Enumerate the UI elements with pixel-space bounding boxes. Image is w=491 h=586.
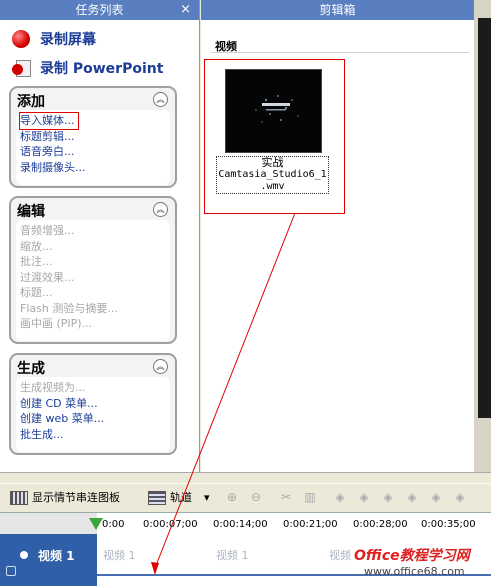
add-group: 添加 ︽ 导入媒体... 标题剪辑... 语音旁白... 录制摄像头...: [9, 86, 177, 188]
time-tick: 0:00:35;00: [421, 519, 476, 530]
playhead-marker[interactable]: [89, 518, 103, 530]
callouts-link: 批注...: [20, 255, 53, 268]
preview-canvas: [478, 18, 491, 418]
time-tick: 0:00: [102, 519, 125, 530]
tracks-dropdown[interactable]: 轨道 ▾: [148, 488, 210, 508]
edit-group-title: 编辑: [17, 204, 45, 220]
flash-quiz-link: Flash 测验与摘要...: [20, 301, 118, 315]
collapse-chevron-icon[interactable]: ︽: [153, 359, 168, 374]
timeline-ruler[interactable]: 0:00 0:00:07;00 0:00:14;00 0:00:21;00 0:…: [0, 512, 491, 535]
split-icon[interactable]: ▥: [302, 490, 318, 504]
chevron-down-icon: ▾: [204, 491, 210, 504]
record-camera-link[interactable]: 录制摄像头...: [16, 160, 170, 176]
record-screen-button[interactable]: 录制屏幕: [12, 28, 96, 50]
create-web-menu-link[interactable]: 创建 web 菜单...: [16, 411, 170, 427]
tracks-icon: [148, 491, 166, 505]
storyboard-label: 显示情节串连图板: [32, 491, 120, 504]
pip-link: 画中画 (PIP)...: [20, 317, 93, 330]
effect-icon-3[interactable]: ◈: [380, 490, 396, 504]
record-powerpoint-button[interactable]: 录制 PowerPoint: [12, 57, 163, 79]
voice-narration-link[interactable]: 语音旁白...: [16, 144, 170, 160]
effect-icon-6[interactable]: ◈: [452, 490, 468, 504]
clip-item[interactable]: 实战 Camtasia_Studio6_1 .wmv: [204, 59, 345, 214]
audio-enhance-link: 音频增强...: [20, 224, 75, 237]
storyboard-icon: [10, 491, 28, 505]
lock-icon[interactable]: [6, 566, 16, 576]
preview-pane: [474, 0, 491, 472]
clip-bin-title: 剪辑箱: [201, 0, 474, 20]
effect-icon-2[interactable]: ◈: [356, 490, 372, 504]
produce-group-title: 生成: [17, 361, 45, 377]
effect-icon-1[interactable]: ◈: [332, 490, 348, 504]
clip-thumbnail[interactable]: [225, 69, 322, 153]
clip-filename[interactable]: 实战 Camtasia_Studio6_1 .wmv: [216, 156, 329, 194]
zoom-out-icon[interactable]: ⊖: [248, 490, 264, 504]
track-name: 视频 1: [38, 549, 75, 563]
track-header[interactable]: 视频 1: [0, 534, 97, 586]
edit-group: 编辑 ︽ 音频增强... 缩放... 批注... 过渡效果... 标题... F…: [9, 196, 177, 344]
collapse-chevron-icon[interactable]: ︽: [153, 92, 168, 107]
lane-label: 视频 1: [103, 549, 136, 562]
time-tick: 0:00:21;00: [283, 519, 338, 530]
record-icon: [12, 30, 30, 48]
collapse-chevron-icon[interactable]: ︽: [153, 202, 168, 217]
zoom-link: 缩放...: [20, 239, 53, 253]
task-pane: 任务列表 × 录制屏幕 录制 PowerPoint 添加 ︽ 导入媒体... 标…: [0, 0, 200, 472]
produce-group-header[interactable]: 生成 ︽: [11, 355, 175, 377]
effect-icon-5[interactable]: ◈: [428, 490, 444, 504]
time-tick: 0:00:14;00: [213, 519, 268, 530]
task-pane-title: 任务列表: [0, 0, 199, 20]
create-cd-menu-link[interactable]: 创建 CD 菜单...: [16, 396, 170, 412]
tracks-label: 轨道: [170, 491, 192, 504]
show-storyboard-button[interactable]: 显示情节串连图板: [10, 488, 120, 508]
cut-icon[interactable]: ✂: [278, 490, 294, 504]
powerpoint-record-icon: [12, 59, 31, 77]
produce-video-link: 生成视频为...: [20, 381, 86, 394]
close-icon[interactable]: ×: [180, 0, 191, 20]
effect-icon-4[interactable]: ◈: [404, 490, 420, 504]
watermark: Office教程学习网 www.office68.com: [354, 540, 491, 586]
record-powerpoint-label: 录制 PowerPoint: [40, 61, 164, 77]
add-group-header[interactable]: 添加 ︽: [11, 88, 175, 110]
captions-link: 标题...: [20, 286, 53, 299]
time-tick: 0:00:28;00: [353, 519, 408, 530]
record-screen-label: 录制屏幕: [40, 32, 96, 48]
transitions-link: 过渡效果...: [20, 270, 75, 284]
zoom-in-icon[interactable]: ⊕: [224, 490, 240, 504]
title-clip-link[interactable]: 标题剪辑...: [16, 129, 170, 145]
watermark-url: www.office68.com: [364, 565, 465, 578]
edit-group-header[interactable]: 编辑 ︽: [11, 198, 175, 220]
track-indicator-icon: [20, 551, 28, 559]
section-divider: [211, 52, 469, 53]
lane-label: 视频 1: [216, 549, 249, 562]
import-media-link[interactable]: 导入媒体...: [19, 112, 79, 130]
produce-group: 生成 ︽ 生成视频为... 创建 CD 菜单... 创建 web 菜单... 批…: [9, 353, 177, 455]
batch-produce-link[interactable]: 批生成...: [16, 427, 170, 443]
timeline-toolbar: 显示情节串连图板 轨道 ▾ ⊕ ⊖ ✂ ▥ ◈ ◈ ◈ ◈ ◈ ◈: [0, 483, 491, 511]
watermark-title: Office教程学习网: [354, 548, 470, 564]
lane-label: 视频: [329, 549, 351, 562]
add-group-title: 添加: [17, 94, 45, 110]
time-tick: 0:00:07;00: [143, 519, 198, 530]
clip-bin-pane: 剪辑箱 视频 实战 Camtasia_Studio6_1 .wmv: [201, 0, 474, 472]
